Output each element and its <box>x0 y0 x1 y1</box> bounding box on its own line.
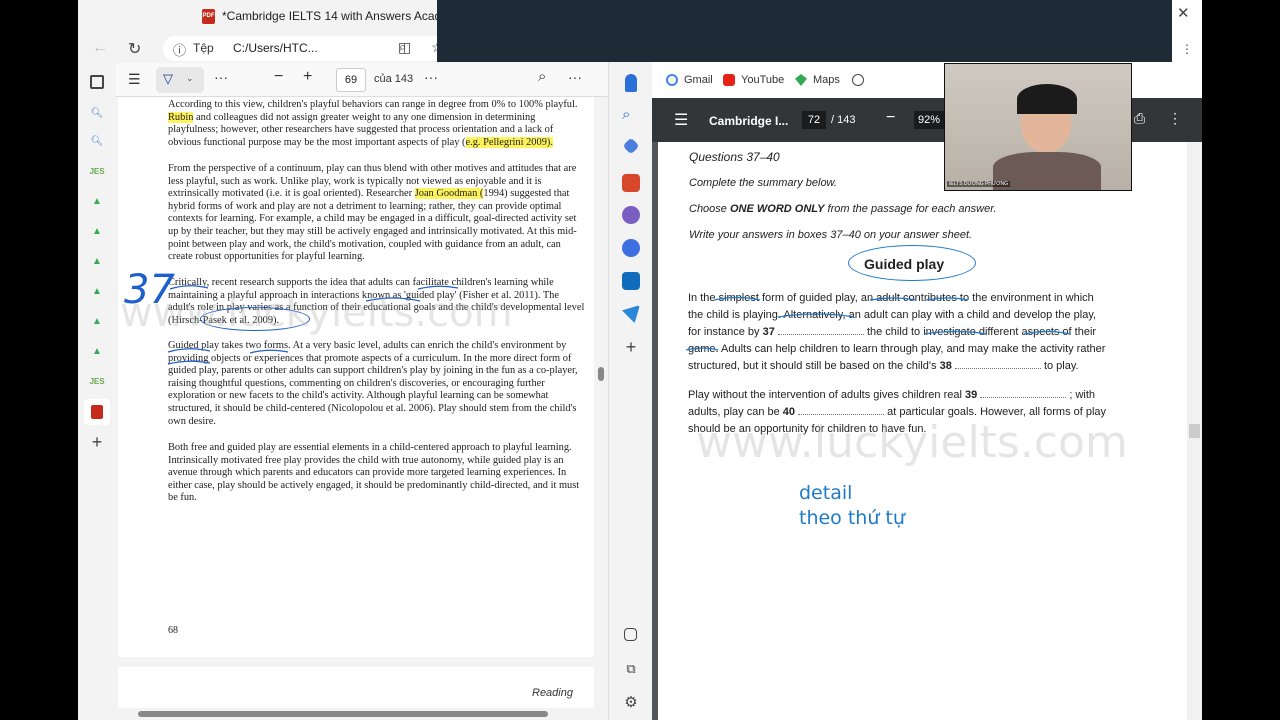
gear-icon[interactable]: ⚙ <box>622 693 640 711</box>
zoom-out-icon[interactable]: − <box>886 109 895 127</box>
document-title: Cambridge I... <box>709 114 789 128</box>
send-icon[interactable] <box>622 305 640 323</box>
ink-underlines <box>167 285 459 365</box>
zoom-out-icon[interactable]: − <box>274 68 283 86</box>
jes-tab-icon[interactable]: JES <box>88 163 106 181</box>
youtube-icon <box>723 74 735 86</box>
bookmark-gmail[interactable]: Gmail <box>684 74 713 86</box>
watermark: www.luckyielts.com <box>696 417 1128 468</box>
note-detail: detail <box>799 482 853 504</box>
maps-icon <box>795 74 807 86</box>
page-number-input[interactable]: 69 <box>336 68 366 92</box>
outlook-icon[interactable] <box>622 272 640 290</box>
bookmark-youtube[interactable]: YouTube <box>741 74 784 86</box>
browser-controls: ✕ ⋮ <box>1172 0 1202 62</box>
globe-icon[interactable] <box>852 74 864 86</box>
page-input[interactable]: 72 <box>802 111 826 129</box>
highlight-tool-button[interactable]: ▽ ⌄ <box>156 67 204 93</box>
back-icon[interactable]: ← <box>92 39 108 57</box>
search-icon[interactable]: ⌕ <box>622 106 640 124</box>
tab-actions-icon[interactable] <box>90 75 104 89</box>
desktop-background <box>437 0 1172 62</box>
zoom-in-icon[interactable]: + <box>303 68 312 86</box>
print-icon[interactable]: ⎙ <box>1134 110 1145 127</box>
pdf-tab-icon <box>91 405 103 419</box>
notifications-icon[interactable] <box>625 74 637 92</box>
pdf-page-right: Questions 37–40 Complete the summary bel… <box>658 142 1187 720</box>
webcam-hair <box>1017 84 1077 114</box>
more-tools-icon[interactable]: ··· <box>214 69 228 85</box>
search-tab-icon-2[interactable]: 🔍︎ <box>88 133 106 151</box>
add-app-icon[interactable]: + <box>622 338 640 356</box>
copilot-icon[interactable] <box>622 239 640 257</box>
pdf-toolbar: ☰ ▽ ⌄ ··· − + 69 của 143 ··· ⌕ ··· <box>116 63 608 97</box>
jes-tab-icon-2[interactable]: JES <box>88 373 106 391</box>
active-pdf-tab[interactable] <box>84 399 110 425</box>
pdf-page: According to this view, children's playf… <box>118 97 594 657</box>
toolbox-icon[interactable] <box>622 174 640 192</box>
page-running-header: Reading <box>532 687 573 699</box>
left-watermark: www.luckyielts.com <box>120 290 513 336</box>
right-scroll-thumb[interactable] <box>1189 424 1200 438</box>
page-total: / 143 <box>831 114 856 126</box>
external-link-icon[interactable]: ⧉ <box>622 661 640 679</box>
left-vertical-tabs: 🔍︎ 🔍︎ JES ▲ ▲ ▲ ▲ ▲ ▲ JES + <box>78 63 116 720</box>
refresh-icon[interactable]: ↻ <box>128 39 141 59</box>
hscroll-thumb[interactable] <box>138 711 548 717</box>
pdf-file-icon: PDF <box>202 9 215 24</box>
menu-dots-icon[interactable]: ⋮ <box>1181 42 1193 56</box>
webcam-label: IELTS DƯƠNG PHƯƠNG <box>947 181 1010 187</box>
sidebar-toggle-icon[interactable] <box>624 628 637 641</box>
note-order: theo thứ tự <box>799 507 905 529</box>
edge-sidebar: ⌕ + ⧉ ⚙ <box>608 62 652 720</box>
left-browser-window: PDF *Cambridge IELTS 14 with Answers Aca… <box>78 0 608 720</box>
contents-icon[interactable]: ☰ <box>128 71 141 88</box>
info-icon[interactable]: ⓘ <box>173 40 186 59</box>
settings-more-icon[interactable]: ··· <box>568 69 582 85</box>
webcam-overlay: IELTS DƯƠNG PHƯƠNG <box>944 63 1132 191</box>
drive-tab-icon-4[interactable]: ▲ <box>88 283 106 301</box>
highlighter-icon: ▽ <box>163 71 173 86</box>
drive-tab-icon-3[interactable]: ▲ <box>88 253 106 271</box>
address-box[interactable]: ⓘ Tệp C:/Users/HTC... ⌕ ☆ <box>163 36 463 61</box>
horizontal-scrollbar[interactable] <box>118 708 594 720</box>
drive-tab-icon[interactable]: ▲ <box>88 193 106 211</box>
search-icon[interactable]: ⌕ <box>538 68 546 85</box>
address-url[interactable]: C:/Users/HTC... <box>233 41 318 55</box>
more-options-icon[interactable]: ··· <box>424 69 438 85</box>
chevron-down-icon: ⌄ <box>186 73 194 83</box>
page-count: của 143 <box>374 73 414 85</box>
zoom-input[interactable]: 92% <box>914 111 944 129</box>
vertical-scrollbar[interactable] <box>594 97 608 707</box>
split-screen-icon[interactable]: ◫ <box>398 39 411 56</box>
scroll-thumb[interactable] <box>598 367 604 381</box>
drive-tab-icon-2[interactable]: ▲ <box>88 223 106 241</box>
tag-icon[interactable] <box>622 137 640 155</box>
menu-icon[interactable]: ☰ <box>674 110 688 130</box>
file-label: Tệp <box>193 41 214 55</box>
bookmark-maps[interactable]: Maps <box>813 74 840 86</box>
new-tab-icon[interactable]: + <box>88 433 106 451</box>
more-actions-icon[interactable]: ⋮ <box>1168 110 1182 127</box>
right-scrollbar[interactable] <box>1187 142 1202 720</box>
drive-tab-icon-6[interactable]: ▲ <box>88 343 106 361</box>
close-icon[interactable]: ✕ <box>1177 4 1190 22</box>
search-tab-icon[interactable]: 🔍︎ <box>88 105 106 123</box>
drive-tab-icon-5[interactable]: ▲ <box>88 313 106 331</box>
google-icon <box>666 74 678 86</box>
games-icon[interactable] <box>622 206 640 224</box>
